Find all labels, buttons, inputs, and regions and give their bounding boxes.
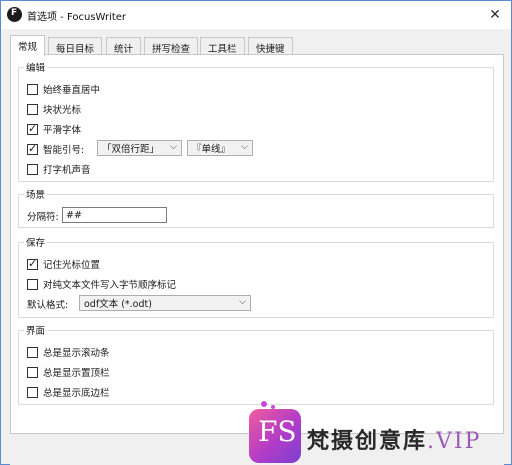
chevron-down-icon: ⌵ [241,142,248,152]
checkbox[interactable] [27,103,38,115]
general-panel: 编辑 始终垂直居中 块状光标 平滑字体 智能引号: 「双倍行距」 ⌵ [10,54,504,434]
checkbox-label: 对纯文本文件写入字节顺序标记 [43,280,177,291]
tab-general[interactable]: 常规 [10,35,46,56]
checkbox[interactable] [27,122,38,135]
checkbox-label: 平滑字体 [43,125,82,136]
single-quotes-value: 『单线』 [192,144,231,155]
checkbox-label: 打字机声音 [43,165,91,176]
default-format-label: 默认格式: [27,300,69,311]
group-saving-title: 保存 [24,235,48,249]
scene-divider-label: 分隔符: [27,212,59,223]
checkbox[interactable] [27,366,38,378]
group-interface-title: 界面 [24,323,48,337]
checkbox-row-remember-cursor[interactable]: 记住光标位置 [27,257,100,271]
close-button[interactable]: ✕ [485,5,505,25]
single-quotes-select[interactable]: 『单线』 ⌵ [187,140,253,156]
checkbox[interactable] [27,142,38,155]
window-title: 首选项 - FocusWriter [27,12,127,23]
checkbox-label: 总是显示置顶栏 [43,368,110,379]
group-saving: 保存 记住光标位置 对纯文本文件写入字节顺序标记 默认格式: odf文本 (*.… [18,235,494,318]
checkbox[interactable] [27,346,38,358]
default-format-value: odf文本 (*.odt) [84,299,152,310]
group-editing: 编辑 始终垂直居中 块状光标 平滑字体 智能引号: 「双倍行距」 ⌵ [18,60,494,182]
checkbox-row-smart-quotes[interactable]: 智能引号: [27,142,84,156]
tab-daily-goal[interactable]: 每日目标 [48,37,103,55]
checkbox-row-show-scrollbar[interactable]: 总是显示滚动条 [27,345,110,359]
chevron-down-icon: ⌵ [170,142,177,152]
checkbox-label: 记住光标位置 [43,260,101,271]
group-interface: 界面 总是显示滚动条 总是显示置顶栏 总是显示底边栏 [18,323,494,405]
focuswriter-app-icon [7,7,22,22]
default-format-label-row: 默认格式: [27,297,68,311]
checkbox-row-show-topbar[interactable]: 总是显示置顶栏 [27,365,110,379]
checkbox-row-typewriter-sounds[interactable]: 打字机声音 [27,162,91,176]
title-bar: 首选项 - FocusWriter ✕ [1,1,511,29]
watermark-logo-text: FS [258,415,297,448]
double-quotes-value: 「双倍行距」 [102,144,160,155]
checkbox-label: 智能引号: [43,145,85,156]
watermark-main-text: 梵摄创意库 [307,429,428,454]
checkbox-row-smooth-fonts[interactable]: 平滑字体 [27,122,81,136]
checkbox-row-always-center[interactable]: 始终垂直居中 [27,82,100,96]
checkbox-label: 块状光标 [43,105,82,116]
tab-statistics[interactable]: 统计 [106,37,142,55]
scene-divider-input[interactable]: ## [62,207,167,223]
checkbox[interactable] [27,278,38,290]
watermark-suffix: .VIP [427,429,482,454]
watermark-dot [261,401,267,407]
group-editing-title: 编辑 [24,60,48,74]
group-scenes-title: 场景 [24,187,48,201]
chevron-down-icon: ⌵ [239,297,246,307]
preferences-window: 首选项 - FocusWriter ✕ 常规 每日目标 统计 拼写检查 工具栏 … [0,0,512,465]
divider-label-row: 分隔符: [27,209,59,223]
checkbox[interactable] [27,83,38,95]
watermark-logo: FS [249,409,301,463]
checkbox-label: 总是显示底边栏 [43,388,110,399]
checkbox-label: 总是显示滚动条 [43,348,110,359]
checkbox-row-block-cursor[interactable]: 块状光标 [27,102,81,116]
tab-shortcuts[interactable]: 快捷键 [248,37,293,55]
tab-toolbar[interactable]: 工具栏 [200,37,245,55]
checkbox[interactable] [27,386,38,398]
watermark: FS 梵摄创意库.VIP [249,401,512,465]
checkbox[interactable] [27,257,38,270]
watermark-text: 梵摄创意库.VIP [307,423,481,455]
checkbox[interactable] [27,163,38,175]
default-format-select[interactable]: odf文本 (*.odt) ⌵ [79,295,251,311]
checkbox-row-show-bottombar[interactable]: 总是显示底边栏 [27,385,110,399]
checkbox-row-write-bom[interactable]: 对纯文本文件写入字节顺序标记 [27,277,176,291]
tab-spell-check[interactable]: 拼写检查 [144,37,199,55]
double-quotes-select[interactable]: 「双倍行距」 ⌵ [97,140,182,156]
checkbox-label: 始终垂直居中 [43,85,101,96]
group-scenes: 场景 分隔符: ## [18,187,494,228]
